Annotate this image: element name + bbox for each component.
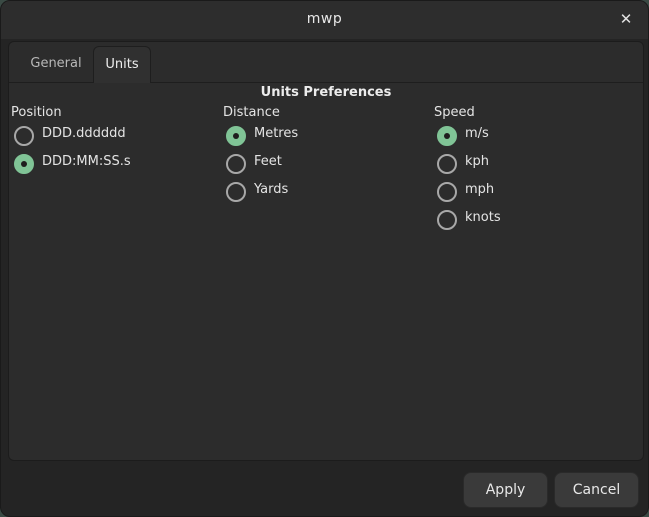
title-bar: mwp ✕ <box>1 1 648 39</box>
close-icon[interactable]: ✕ <box>616 9 636 29</box>
window-title: mwp <box>306 11 343 27</box>
cancel-button[interactable]: Cancel <box>554 472 639 508</box>
radio-unchecked-icon[interactable] <box>437 154 457 174</box>
radio-checked-icon[interactable] <box>14 154 34 174</box>
radio-unchecked-icon[interactable] <box>437 182 457 202</box>
radio-checked-icon[interactable] <box>226 126 246 146</box>
radio-label: mph <box>465 182 495 197</box>
apply-button[interactable]: Apply <box>463 472 548 508</box>
radio-label: kph <box>465 154 490 169</box>
position-heading: Position <box>11 105 62 120</box>
radio-unchecked-icon[interactable] <box>226 182 246 202</box>
radio-label: m/s <box>465 126 489 141</box>
radio-unchecked-icon[interactable] <box>226 154 246 174</box>
radio-label: DDD:MM:SS.s <box>42 154 131 169</box>
radio-label: DDD.dddddd <box>42 126 126 141</box>
radio-unchecked-icon[interactable] <box>437 210 457 230</box>
radio-label: Yards <box>254 182 289 197</box>
radio-unchecked-icon[interactable] <box>14 126 34 146</box>
tab-bar: General Units <box>9 42 643 83</box>
tab-units[interactable]: Units <box>93 46 151 83</box>
tab-notebook: General Units Units Preferences Position… <box>8 41 644 461</box>
radio-label: Metres <box>254 126 299 141</box>
radio-checked-icon[interactable] <box>437 126 457 146</box>
preferences-dialog: mwp ✕ General Units Units Preferences Po… <box>0 0 649 517</box>
tab-general[interactable]: General <box>21 46 91 82</box>
speed-heading: Speed <box>434 105 475 120</box>
units-preferences-title: Units Preferences <box>260 85 392 100</box>
radio-label: Feet <box>254 154 282 169</box>
radio-label: knots <box>465 210 501 225</box>
distance-heading: Distance <box>223 105 280 120</box>
